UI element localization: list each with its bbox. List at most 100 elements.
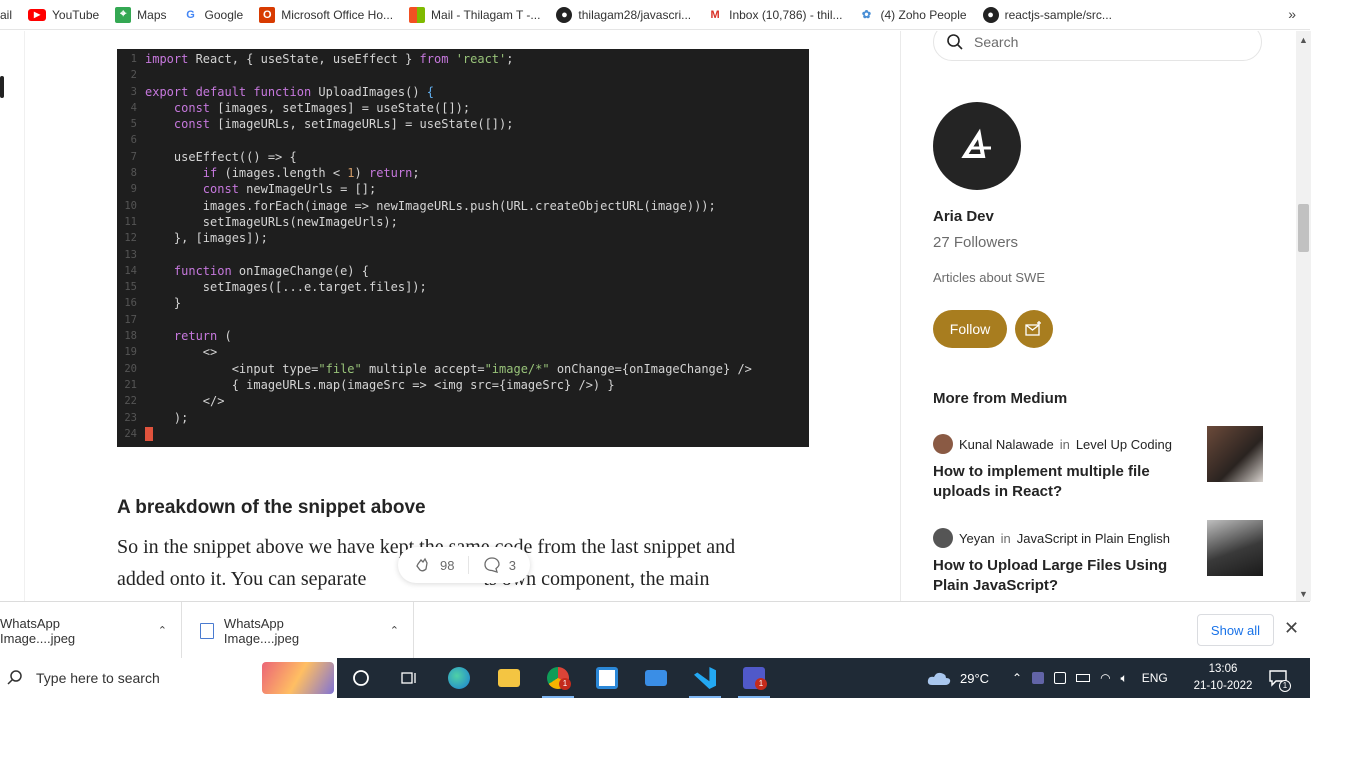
- code-line: 13: [117, 247, 809, 263]
- mail-button[interactable]: [636, 664, 676, 692]
- code-snippet-image: 1 import React, { useState, useEffect } f…: [117, 49, 809, 447]
- store-button[interactable]: [587, 664, 627, 692]
- clap-button[interactable]: 98: [398, 555, 468, 575]
- rec-author[interactable]: Kunal Nalawade: [959, 437, 1054, 452]
- page-scrollbar[interactable]: ▲ ▼: [1296, 31, 1311, 601]
- line-number: 24: [124, 427, 137, 440]
- bookmark-github-react[interactable]: ● reactjs-sample/src...: [975, 0, 1120, 29]
- code-text: }: [145, 296, 182, 311]
- line-number: 22: [124, 395, 137, 408]
- close-icon[interactable]: ✕: [1284, 618, 1299, 639]
- author-bio: Articles about SWE: [933, 270, 1045, 285]
- teams-tray-icon[interactable]: [1032, 672, 1045, 684]
- taskbar-search-input[interactable]: Type here to search: [0, 658, 337, 698]
- code-line: 3 export default function UploadImages() …: [117, 84, 809, 100]
- chevron-up-icon[interactable]: ⌃: [1012, 671, 1022, 685]
- windows-taskbar: Type here to search 1 1 29°C ⌃ ◠ 🔈︎ ENG …: [0, 658, 1310, 698]
- cortana-button[interactable]: [341, 664, 381, 692]
- article-page: 1 import React, { useState, useEffect } f…: [0, 31, 1296, 601]
- responses-button[interactable]: 3: [469, 556, 530, 574]
- zoho-icon: ✿: [861, 9, 872, 21]
- bookmark-google[interactable]: G Google: [175, 0, 252, 29]
- rec-title[interactable]: How to implement multiple file uploads i…: [933, 462, 1183, 502]
- outside-area: [1311, 0, 1366, 698]
- follow-button[interactable]: Follow: [933, 310, 1007, 348]
- line-number: 13: [124, 248, 137, 261]
- right-divider: [900, 31, 901, 601]
- code-line: 15 setImages([...e.target.files]);: [117, 279, 809, 295]
- scrollbar-thumb[interactable]: [1298, 204, 1309, 252]
- line-number: 8: [130, 167, 137, 180]
- clock-date: 21-10-2022: [1193, 680, 1253, 692]
- clock-time: 13:06: [1208, 663, 1238, 675]
- bookmark-label: Google: [204, 7, 244, 22]
- recommendation-card[interactable]: Yeyan in JavaScript in Plain English How…: [933, 520, 1263, 596]
- rec-author[interactable]: Yeyan: [959, 531, 995, 546]
- language-indicator[interactable]: ENG: [1142, 671, 1168, 685]
- code-line: 4 const [images, setImages] = useState([…: [117, 100, 809, 116]
- download-item[interactable]: WhatsApp Image....jpeg ⌃: [0, 602, 182, 659]
- search-input[interactable]: Search: [933, 31, 1262, 61]
- chrome-button[interactable]: 1: [538, 664, 578, 698]
- followers-count[interactable]: 27 Followers: [933, 234, 1018, 251]
- vscode-button[interactable]: [685, 664, 725, 698]
- rec-thumbnail[interactable]: [1207, 520, 1263, 576]
- line-number: 16: [124, 297, 137, 310]
- chevron-up-icon[interactable]: ⌃: [390, 624, 399, 637]
- show-all-button[interactable]: Show all: [1197, 614, 1274, 646]
- vscode-icon: [694, 667, 716, 689]
- task-view-button[interactable]: [389, 664, 429, 692]
- rec-publication[interactable]: JavaScript in Plain English: [1017, 531, 1170, 546]
- taskbar-search-placeholder: Type here to search: [36, 670, 160, 686]
- edge-button[interactable]: [439, 664, 479, 692]
- weather-widget[interactable]: 29°C: [926, 658, 989, 698]
- mail-icon: [645, 670, 667, 686]
- bookmark-zoho[interactable]: ✿ (4) Zoho People: [851, 0, 975, 29]
- bookmark-github-js[interactable]: ● thilagam28/javascri...: [548, 0, 699, 29]
- line-number: 18: [124, 330, 137, 343]
- code-text: const newImageUrls = [];: [202, 182, 377, 197]
- scroll-down-icon[interactable]: ▼: [1299, 589, 1308, 599]
- meet-icon[interactable]: [1054, 672, 1067, 684]
- code-line: 18 return (: [117, 328, 809, 344]
- chevron-up-icon[interactable]: ⌃: [158, 624, 167, 637]
- rec-title[interactable]: How to Upload Large Files Using Plain Ja…: [933, 556, 1183, 596]
- recommendation-card[interactable]: Kunal Nalawade in Level Up Coding How to…: [933, 426, 1263, 502]
- bookmark-gmail[interactable]: M Inbox (10,786) - thil...: [699, 0, 850, 29]
- clock[interactable]: 13:06 21-10-2022: [1190, 661, 1256, 695]
- scroll-up-icon[interactable]: ▲: [1299, 35, 1308, 45]
- rec-publication[interactable]: Level Up Coding: [1076, 437, 1172, 452]
- wifi-icon[interactable]: ◠: [1100, 671, 1110, 685]
- edge-icon: [448, 667, 470, 689]
- rec-thumbnail[interactable]: [1207, 426, 1263, 482]
- bookmark-outlook[interactable]: Mail - Thilagam T -...: [401, 0, 548, 29]
- bookmark-maps[interactable]: ⌖ Maps: [107, 0, 174, 29]
- bookmark-label: Inbox (10,786) - thil...: [729, 7, 843, 22]
- author-name[interactable]: Aria Dev: [933, 208, 994, 225]
- battery-icon[interactable]: [1076, 674, 1091, 682]
- code-text: const [imageURLs, setImageURLs] = useSta…: [173, 117, 514, 132]
- bookmark-office[interactable]: O Microsoft Office Ho...: [251, 0, 401, 29]
- author-avatar[interactable]: [933, 102, 1021, 190]
- subscribe-email-button[interactable]: [1015, 310, 1053, 348]
- more-from-medium-title: More from Medium: [933, 390, 1068, 407]
- bookmark-youtube[interactable]: ▶ YouTube: [20, 0, 107, 29]
- bookmark-mail[interactable]: ail: [0, 0, 20, 29]
- line-number: 17: [124, 313, 137, 326]
- task-view-icon: [401, 672, 416, 684]
- download-item[interactable]: WhatsApp Image....jpeg ⌃: [182, 602, 414, 659]
- search-placeholder: Search: [974, 34, 1019, 50]
- response-count: 3: [508, 557, 516, 573]
- screen: ail ▶ YouTube ⌖ Maps G Google O Microsof…: [0, 0, 1366, 768]
- youtube-icon: ▶: [28, 8, 47, 21]
- volume-icon[interactable]: 🔈︎: [1121, 671, 1128, 686]
- bookmarks-overflow-button[interactable]: »: [1288, 6, 1296, 22]
- teams-button[interactable]: 1: [734, 664, 774, 698]
- outside-area: [0, 698, 1366, 768]
- code-line: 24: [117, 426, 809, 442]
- notification-center-button[interactable]: 1: [1268, 658, 1291, 698]
- line-number: 20: [124, 362, 137, 375]
- code-line: 6: [117, 132, 809, 148]
- file-explorer-button[interactable]: [489, 664, 529, 692]
- bookmark-label: ail: [0, 7, 13, 22]
